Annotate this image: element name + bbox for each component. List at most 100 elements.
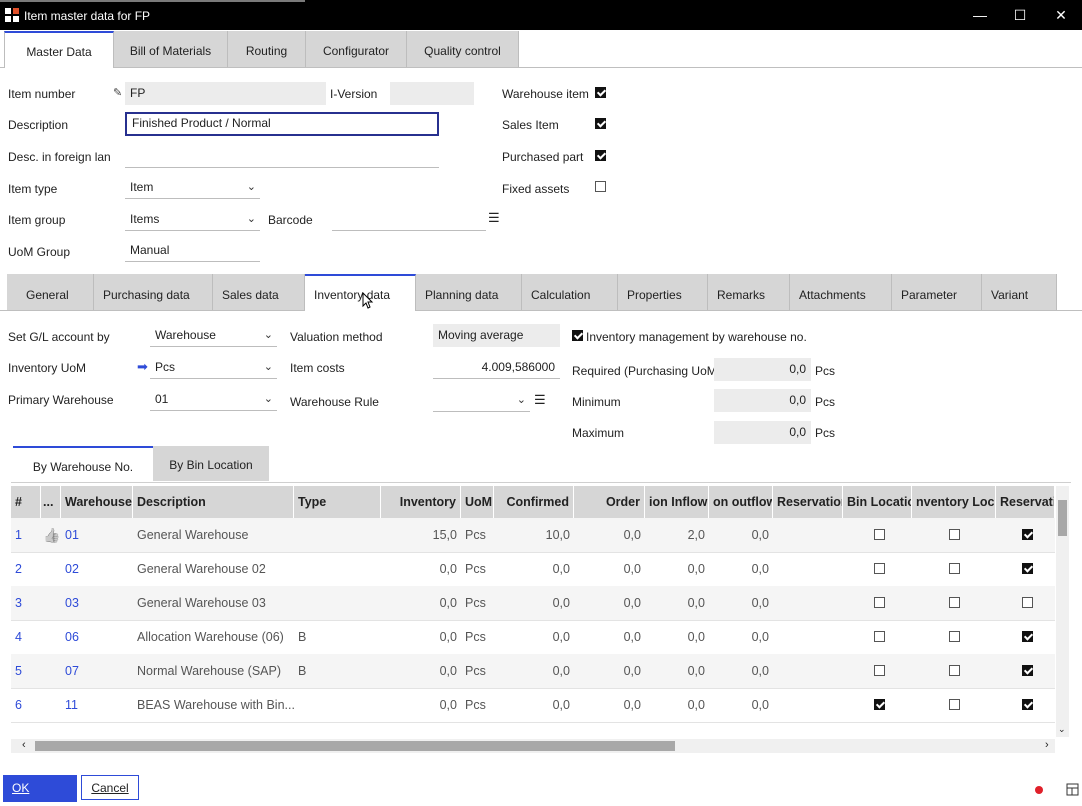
warehouse-rule-list-icon[interactable]: ☰ (534, 392, 546, 408)
item-costs-field[interactable]: 4.009,586000 (433, 356, 560, 379)
inventory-locked-checkbox[interactable] (949, 563, 960, 574)
cell-index[interactable]: 4 (11, 620, 41, 654)
col-header-index[interactable]: # (11, 486, 41, 518)
cell-index[interactable]: 6 (11, 688, 41, 722)
reservation-checkbox[interactable] (1022, 699, 1033, 710)
warehouse-rule-select[interactable]: ⌄ (433, 389, 530, 412)
item-group-select[interactable]: Items ⌄ (125, 208, 260, 231)
horizontal-scroll-thumb[interactable] (35, 741, 675, 751)
col-header-outflow[interactable]: on outflow (709, 486, 773, 518)
foreign-description-field[interactable] (125, 145, 439, 168)
scroll-right-icon[interactable]: › (1045, 739, 1049, 751)
bin-location-checkbox[interactable] (874, 631, 885, 642)
sales-item-checkbox[interactable] (595, 118, 606, 129)
table-row[interactable]: 2 02 General Warehouse 02 0,0 Pcs 0,0 0,0 0,0 0,… (11, 552, 1055, 587)
tab-properties[interactable]: Properties (618, 274, 708, 310)
maximize-icon[interactable]: ☐ (1005, 4, 1035, 26)
tab-parameter[interactable]: Parameter (892, 274, 982, 310)
col-header-bin-location[interactable]: Bin Location (843, 486, 912, 518)
table-row[interactable]: 1 01 General Warehouse 15,0 Pcs 10,0 0,0 2,0 0,0… (11, 518, 1055, 553)
minimum-field[interactable]: 0,0 (714, 389, 811, 412)
item-number-field[interactable]: FP (125, 82, 326, 105)
fixed-assets-checkbox[interactable] (595, 181, 606, 192)
cancel-button[interactable]: Cancel (81, 775, 139, 800)
tab-attachments[interactable]: Attachments (790, 274, 892, 310)
cell-index[interactable]: 2 (11, 552, 41, 586)
reservation-checkbox[interactable] (1022, 665, 1033, 676)
inventory-uom-select[interactable]: Pcs ⌄ (150, 356, 277, 379)
cell-warehouse[interactable]: 03 (61, 586, 133, 620)
layout-icon[interactable] (1066, 783, 1079, 796)
vertical-scrollbar[interactable]: ⌄ (1056, 486, 1069, 737)
col-header-uom[interactable]: UoM (461, 486, 494, 518)
ok-button[interactable]: OK (3, 775, 77, 802)
bin-location-checkbox[interactable] (874, 665, 885, 676)
tab-purchasing-data[interactable]: Purchasing data (94, 274, 213, 310)
cell-warehouse[interactable]: 07 (61, 654, 133, 688)
inventory-mgmt-checkbox[interactable] (572, 330, 583, 341)
inventory-locked-checkbox[interactable] (949, 631, 960, 642)
col-header-inflow[interactable]: ion Inflow (645, 486, 709, 518)
edit-pencil-icon[interactable]: ✎ (113, 86, 122, 99)
cell-warehouse[interactable]: 11 (61, 688, 133, 722)
horizontal-scrollbar[interactable]: ‹ › (11, 739, 1055, 753)
col-header-description[interactable]: Description (133, 486, 294, 518)
required-field[interactable]: 0,0 (714, 358, 811, 381)
tab-by-bin-location[interactable]: By Bin Location (153, 446, 269, 481)
scroll-left-icon[interactable]: ‹ (22, 739, 26, 751)
col-header-inventory-locked[interactable]: nventory Locke (912, 486, 996, 518)
thumbs-up-icon[interactable]: 👍 (41, 518, 61, 552)
table-row[interactable]: 6 11 BEAS Warehouse with Bin... 0,0 Pcs 0,0 0,… (11, 688, 1055, 723)
cell-warehouse[interactable]: 06 (61, 620, 133, 654)
iversion-field[interactable] (390, 82, 474, 105)
col-header-warehouse[interactable]: Warehouse (61, 486, 133, 518)
col-header-order[interactable]: Order (574, 486, 645, 518)
cell-index[interactable]: 1 (11, 518, 41, 552)
tab-quality-control[interactable]: Quality control (407, 31, 519, 67)
tab-by-warehouse[interactable]: By Warehouse No. (13, 446, 153, 481)
col-header-type[interactable]: Type (294, 486, 381, 518)
tab-routing[interactable]: Routing (228, 31, 306, 67)
item-type-select[interactable]: Item ⌄ (125, 176, 260, 199)
bin-location-checkbox[interactable] (874, 563, 885, 574)
tab-planning-data[interactable]: Planning data (416, 274, 522, 310)
warehouse-item-checkbox[interactable] (595, 87, 606, 98)
bin-location-checkbox[interactable] (874, 529, 885, 540)
tab-calculation[interactable]: Calculation (522, 274, 618, 310)
inventory-locked-checkbox[interactable] (949, 665, 960, 676)
tab-configurator[interactable]: Configurator (306, 31, 407, 67)
vertical-scroll-thumb[interactable] (1058, 500, 1067, 536)
tab-general[interactable]: General (7, 274, 94, 310)
tab-inventory-data[interactable]: Inventory data (305, 274, 416, 311)
tab-remarks[interactable]: Remarks (708, 274, 790, 310)
col-header-actions[interactable]: ... (41, 486, 61, 518)
link-arrow-icon[interactable]: ➡ (137, 359, 148, 375)
tab-bill-of-materials[interactable]: Bill of Materials (114, 31, 228, 67)
primary-warehouse-select[interactable]: 01 ⌄ (150, 388, 277, 411)
tab-master-data[interactable]: Master Data (4, 31, 114, 68)
col-header-reservation-2[interactable]: Reservatio (996, 486, 1055, 518)
reservation-checkbox[interactable] (1022, 563, 1033, 574)
cell-index[interactable]: 3 (11, 586, 41, 620)
table-row[interactable]: 3 03 General Warehouse 03 0,0 Pcs 0,0 0,0 0,0 0,… (11, 586, 1055, 621)
tab-sales-data[interactable]: Sales data (213, 274, 305, 310)
maximum-field[interactable]: 0,0 (714, 421, 811, 444)
uom-group-field[interactable]: Manual (125, 239, 260, 262)
inventory-locked-checkbox[interactable] (949, 699, 960, 710)
col-header-inventory[interactable]: Inventory (381, 486, 461, 518)
table-row[interactable]: 5 07 Normal Warehouse (SAP) B 0,0 Pcs 0,0 0,0 0,… (11, 654, 1055, 689)
inventory-locked-checkbox[interactable] (949, 597, 960, 608)
reservation-checkbox[interactable] (1022, 529, 1033, 540)
tab-variant[interactable]: Variant (982, 274, 1057, 310)
scroll-down-icon[interactable]: ⌄ (1058, 724, 1066, 735)
bin-location-checkbox[interactable] (874, 597, 885, 608)
col-header-reservation[interactable]: Reservation (773, 486, 843, 518)
cell-index[interactable]: 5 (11, 654, 41, 688)
close-icon[interactable]: ✕ (1046, 4, 1076, 26)
reservation-checkbox[interactable] (1022, 597, 1033, 608)
table-row[interactable]: 4 06 Allocation Warehouse (06) B 0,0 Pcs 0,0 0,… (11, 620, 1055, 655)
valuation-method-field[interactable]: Moving average (433, 324, 560, 347)
reservation-checkbox[interactable] (1022, 631, 1033, 642)
gl-account-select[interactable]: Warehouse ⌄ (150, 324, 277, 347)
col-header-confirmed[interactable]: Confirmed (494, 486, 574, 518)
